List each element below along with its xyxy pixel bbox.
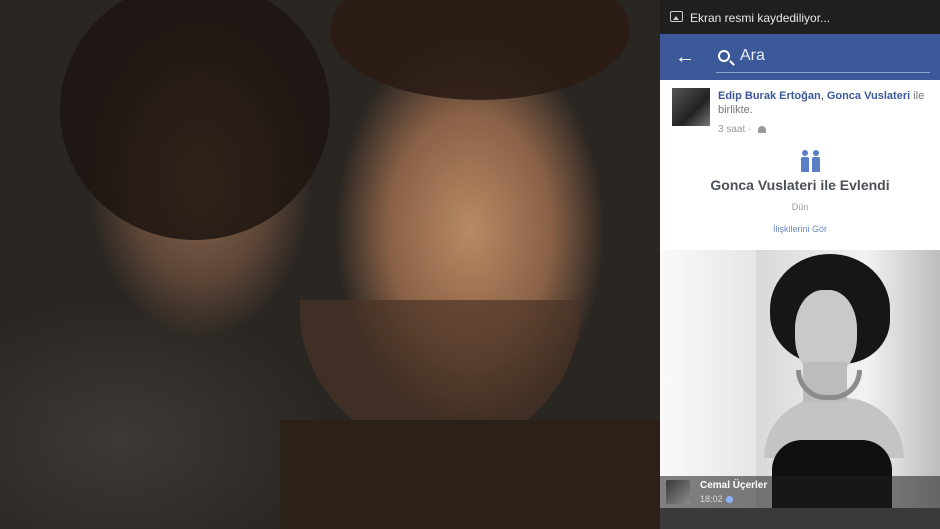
- post-time-text: 3 saat ·: [718, 124, 755, 135]
- search-underline: [716, 72, 930, 73]
- facebook-screenshot: Ekran resmi kaydediliyor... ← Ara Edip B…: [660, 0, 940, 529]
- comment-time: 18:02: [700, 494, 733, 504]
- screenshot-notification: Ekran resmi kaydediliyor...: [690, 11, 831, 25]
- avatar[interactable]: [672, 88, 710, 126]
- man-hair: [330, 0, 630, 100]
- couple-icon: [801, 150, 821, 172]
- system-nav-bar: [660, 508, 940, 529]
- post-header: Edip Burak Ertoğan, Gonca Vuslateri ile …: [660, 80, 940, 140]
- comment-time-text: 18:02: [700, 494, 723, 504]
- life-event-date: Dün: [791, 202, 809, 212]
- search-input[interactable]: Ara: [740, 47, 765, 65]
- back-arrow-icon[interactable]: ←: [674, 46, 696, 68]
- search-icon[interactable]: [718, 50, 730, 62]
- image-icon: [670, 11, 683, 22]
- post-photo[interactable]: [660, 250, 940, 508]
- life-event-card: Gonca Vuslateri ile Evlendi Dün İlişkile…: [660, 140, 940, 250]
- globe-icon: [725, 496, 733, 504]
- friends-icon: [758, 125, 767, 133]
- commenter-name[interactable]: Cemal Üçerler: [700, 480, 767, 491]
- see-relationships-link[interactable]: İlişkilerini Gör: [660, 224, 940, 234]
- commenter-avatar[interactable]: [666, 480, 690, 504]
- comment-overlay: Cemal Üçerler 18:02: [660, 476, 940, 508]
- life-event-title: Gonca Vuslateri ile Evlendi: [710, 177, 890, 193]
- author-link-2[interactable]: Gonca Vuslateri: [827, 90, 910, 102]
- man-shirt: [280, 420, 660, 529]
- woman-hair: [60, 0, 330, 240]
- app-bar: ← Ara: [660, 34, 940, 80]
- post-authors: Edip Burak Ertoğan, Gonca Vuslateri ile …: [718, 89, 936, 117]
- post-time[interactable]: 3 saat ·: [718, 124, 767, 135]
- selfie-photo: [0, 0, 660, 529]
- author-link-1[interactable]: Edip Burak Ertoğan: [718, 90, 821, 102]
- status-bar: Ekran resmi kaydediliyor...: [660, 0, 940, 34]
